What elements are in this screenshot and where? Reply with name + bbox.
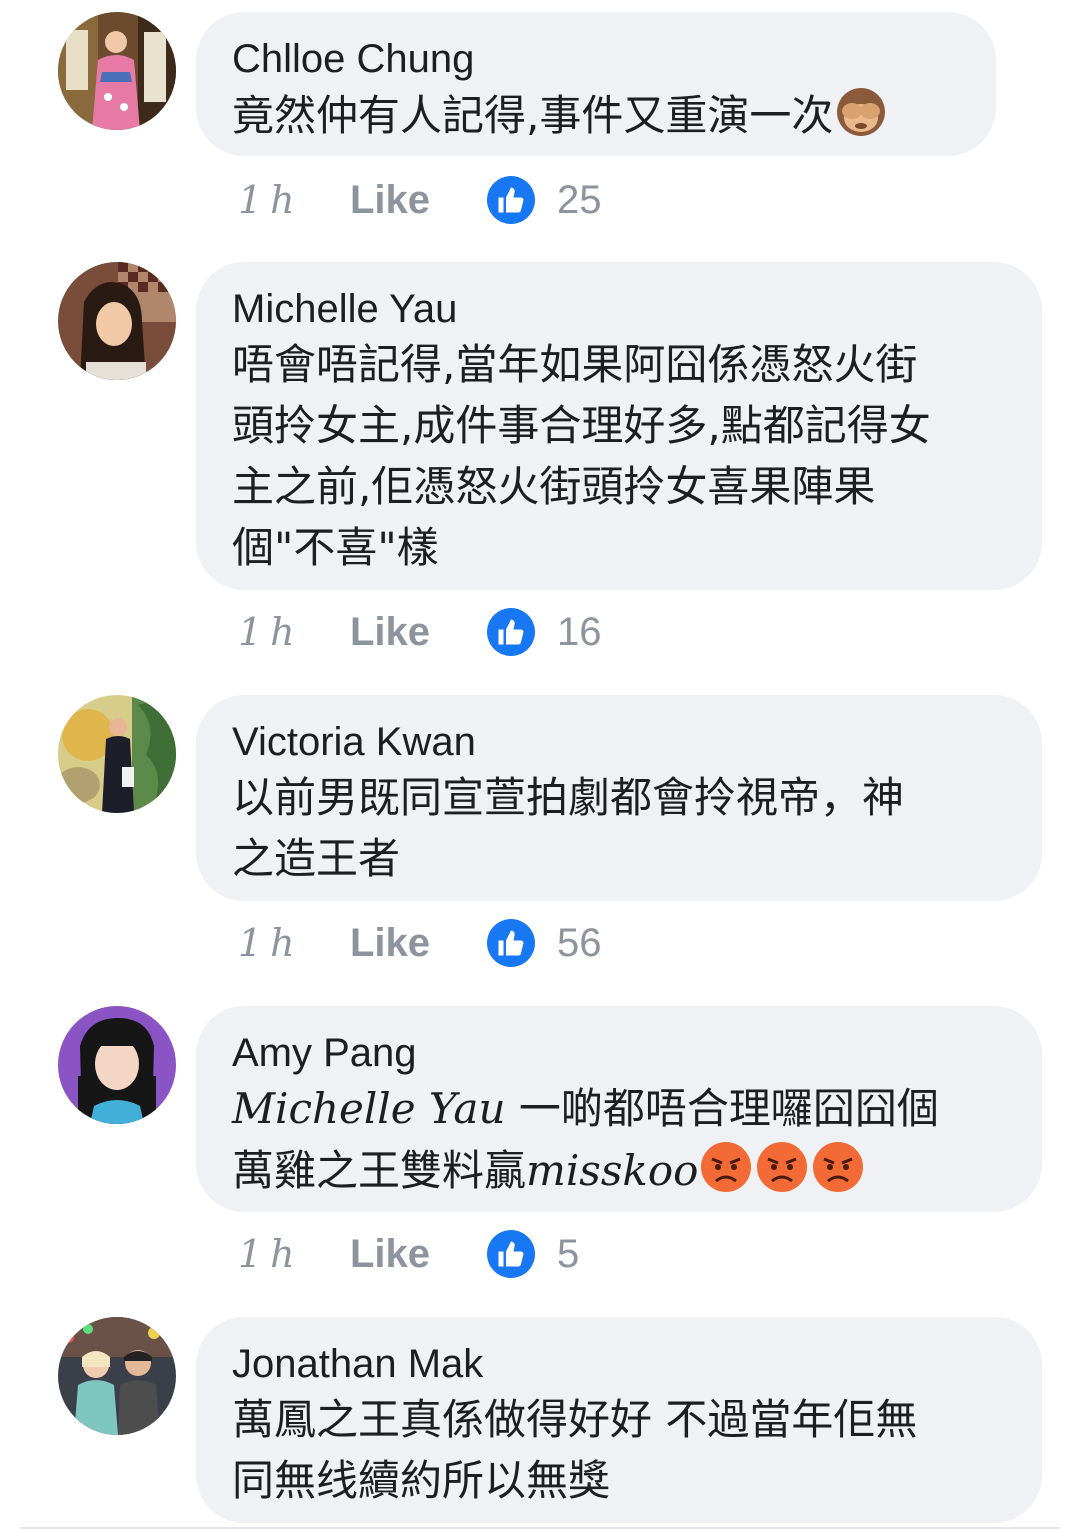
comment-bubble: Michelle Yau 唔會唔記得,當年如果阿囧係憑怒火街 頭拎女主,成件事合… <box>196 262 1042 590</box>
angry-face-icon <box>698 1139 754 1195</box>
thumbs-up-icon <box>487 176 535 224</box>
comment-text: 萬鳳之王真係做得好好 不過當年佢無 同無线續約所以無獎 <box>232 1395 918 1505</box>
avatar[interactable] <box>58 1006 176 1124</box>
see-no-evil-monkey-icon <box>833 84 889 140</box>
like-count: 25 <box>557 177 602 222</box>
comment-bubble: Amy Pang Michelle Yau 一啲都唔合理囉囧囧個 萬雞之王雙料贏… <box>196 1006 1042 1212</box>
thumbs-up-icon <box>487 1230 535 1278</box>
comment-text: 竟然仲有人記得,事件又重演一次 <box>232 84 956 146</box>
comment-actions: 1h Like 25 <box>238 170 602 230</box>
comment-author[interactable]: Amy Pang <box>232 1028 1002 1078</box>
like-count: 56 <box>557 920 602 965</box>
divider <box>20 1527 1060 1529</box>
comment-text: Michelle Yau 一啲都唔合理囉囧囧個 萬雞之王雙料贏misskoo <box>232 1084 939 1195</box>
thumbs-up-icon <box>487 919 535 967</box>
comment-actions: 1h Like 56 <box>238 913 602 973</box>
like-button[interactable]: Like <box>350 1232 487 1277</box>
comment-actions: 1h Like 16 <box>238 602 602 662</box>
comment-author[interactable]: Chlloe Chung <box>232 34 956 84</box>
comment-author[interactable]: Jonathan Mak <box>232 1339 1002 1389</box>
angry-face-icon <box>810 1139 866 1195</box>
avatar[interactable] <box>58 1317 176 1435</box>
angry-face-icon <box>754 1139 810 1195</box>
timestamp: 1h <box>238 921 303 965</box>
comment-bubble: Chlloe Chung 竟然仲有人記得,事件又重演一次 <box>196 12 996 156</box>
timestamp: 1h <box>238 610 303 654</box>
like-button[interactable]: Like <box>350 610 487 655</box>
like-count: 5 <box>557 1231 580 1276</box>
like-count: 16 <box>557 609 602 654</box>
avatar[interactable] <box>58 12 176 130</box>
comment-text: 唔會唔記得,當年如果阿囧係憑怒火街 頭拎女主,成件事合理好多,點都記得女 主之前… <box>232 340 931 572</box>
comment-actions: 1h Like 5 <box>238 1224 579 1284</box>
avatar[interactable] <box>58 695 176 813</box>
avatar[interactable] <box>58 262 176 380</box>
comment-author[interactable]: Michelle Yau <box>232 284 1002 334</box>
mention-link[interactable]: Michelle Yau <box>232 1084 506 1133</box>
comment-bubble: Jonathan Mak 萬鳳之王真係做得好好 不過當年佢無 同無线續約所以無獎 <box>196 1317 1042 1523</box>
comment-author[interactable]: Victoria Kwan <box>232 717 1002 767</box>
like-button[interactable]: Like <box>350 178 487 223</box>
like-button[interactable]: Like <box>350 921 487 966</box>
comment-text: 以前男既同宣萱拍劇都會拎視帝，神 之造王者 <box>232 773 905 883</box>
comment-bubble: Victoria Kwan 以前男既同宣萱拍劇都會拎視帝，神 之造王者 <box>196 695 1042 901</box>
timestamp: 1h <box>238 1232 303 1276</box>
thumbs-up-icon <box>487 608 535 656</box>
timestamp: 1h <box>238 178 303 222</box>
